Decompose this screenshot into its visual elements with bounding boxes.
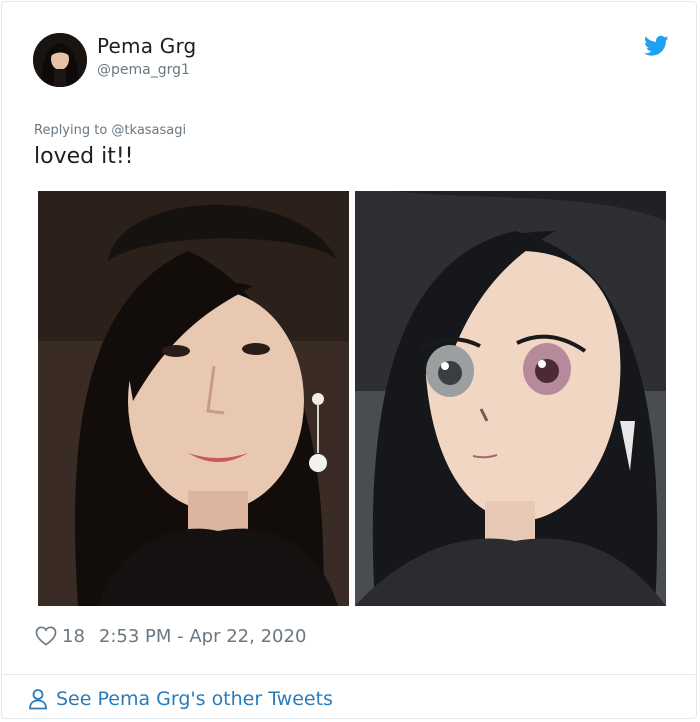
author-handle[interactable]: @pema_grg1 xyxy=(97,62,190,78)
heart-icon[interactable] xyxy=(35,626,57,646)
author-display-name[interactable]: Pema Grg xyxy=(97,34,196,58)
tweet-text: loved it!! xyxy=(34,144,134,169)
avatar-image xyxy=(33,33,87,87)
avatar[interactable] xyxy=(33,33,87,87)
see-other-tweets-link[interactable]: See Pema Grg's other Tweets xyxy=(28,686,333,712)
photo-anime-portrait[interactable] xyxy=(355,191,666,606)
divider xyxy=(3,674,695,675)
replying-to[interactable]: Replying to @tkasasagi xyxy=(34,123,186,138)
person-icon xyxy=(29,689,47,710)
tweet-meta: 18 2:53 PM - Apr 22, 2020 xyxy=(35,624,306,648)
tweet-card: Pema Grg @pema_grg1 Replying to @tkasasa… xyxy=(1,1,697,719)
tweet-timestamp[interactable]: 2:53 PM - Apr 22, 2020 xyxy=(99,626,306,647)
twitter-bird-icon[interactable] xyxy=(644,35,669,57)
photo-real-portrait[interactable] xyxy=(38,191,349,606)
like-count[interactable]: 18 xyxy=(62,626,85,647)
see-other-tweets-label[interactable]: See Pema Grg's other Tweets xyxy=(56,688,333,710)
